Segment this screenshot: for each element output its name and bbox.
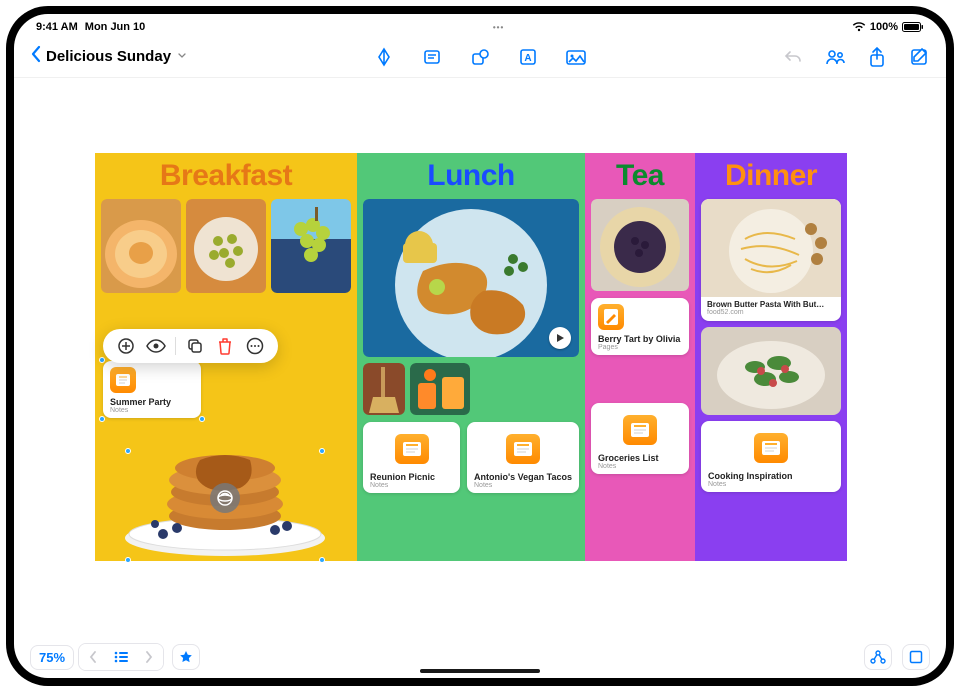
note-sub: Notes: [708, 481, 834, 488]
photo-olives[interactable]: [186, 199, 266, 293]
note-card-reunion-picnic[interactable]: Reunion Picnic Notes: [363, 422, 460, 493]
selection-context-toolbar: [103, 329, 278, 363]
next-scene-button[interactable]: [135, 644, 163, 670]
photo-berry-tart[interactable]: [591, 199, 689, 291]
svg-text:A: A: [524, 53, 531, 64]
duplicate-button[interactable]: [182, 333, 208, 359]
selection-handle[interactable]: [319, 557, 325, 563]
play-icon[interactable]: [549, 327, 571, 349]
ipad-frame: 9:41 AM Mon Jun 10 ••• 100% Delicio: [6, 6, 954, 686]
add-to-button[interactable]: [113, 333, 139, 359]
text-tool-button[interactable]: A: [517, 46, 539, 68]
multitask-dots[interactable]: •••: [145, 23, 852, 32]
note-title: Antonio's Vegan Tacos: [474, 472, 572, 482]
collaborate-button[interactable]: [824, 46, 846, 68]
note-title: Summer Party: [110, 397, 194, 407]
photo-salad-bowl[interactable]: [701, 327, 841, 415]
notes-app-icon: [754, 433, 788, 463]
board-title[interactable]: Delicious Sunday: [46, 48, 171, 65]
video-tacos-plate[interactable]: [363, 199, 579, 357]
scene-navigator: [78, 643, 164, 671]
shape-tool-button[interactable]: [469, 46, 491, 68]
notes-app-icon: [395, 434, 429, 464]
photo-grapes[interactable]: [271, 199, 351, 293]
scene-list-button[interactable]: [107, 644, 135, 670]
spatial-object-icon: [210, 483, 240, 513]
minimap-button[interactable]: [902, 644, 930, 670]
selection-handle[interactable]: [125, 557, 131, 563]
photo-broom[interactable]: [363, 363, 405, 415]
pen-tool-button[interactable]: [373, 46, 395, 68]
undo-button[interactable]: [782, 46, 804, 68]
note-sub: Notes: [370, 482, 453, 489]
status-bar: 9:41 AM Mon Jun 10 ••• 100%: [14, 14, 946, 36]
column-tea: Tea Berry Tart by Olivia Pages Groceries…: [585, 153, 695, 561]
note-sub: Notes: [110, 407, 194, 414]
sticky-note-tool-button[interactable]: [421, 46, 443, 68]
photo-pancakes-cutout[interactable]: [115, 430, 335, 565]
connection-graph-button[interactable]: [864, 644, 892, 670]
pages-app-icon: [598, 304, 624, 330]
link-title: Brown Butter Pasta With But…: [707, 300, 835, 309]
zoom-level-button[interactable]: 75%: [30, 645, 74, 670]
link-domain: food52.com: [707, 309, 835, 316]
link-card-pasta[interactable]: Brown Butter Pasta With But… food52.com: [701, 199, 841, 321]
column-breakfast: Breakfast: [95, 153, 357, 561]
column-dinner: Dinner Brown Butter Pasta With But… food…: [695, 153, 847, 561]
column-lunch: Lunch: [357, 153, 585, 561]
compose-button[interactable]: [908, 46, 930, 68]
canvas[interactable]: Breakfast: [14, 78, 946, 636]
wifi-icon: [852, 22, 866, 32]
share-button[interactable]: [866, 46, 888, 68]
more-button[interactable]: [242, 333, 268, 359]
divider: [175, 337, 176, 355]
column-title-lunch: Lunch: [363, 159, 579, 193]
app-toolbar: Delicious Sunday A: [14, 36, 946, 78]
note-sub: Pages: [598, 344, 682, 351]
selection-handle[interactable]: [99, 416, 105, 422]
column-title-tea: Tea: [591, 159, 689, 193]
note-card-cooking-inspiration[interactable]: Cooking Inspiration Notes: [701, 421, 841, 492]
note-title: Groceries List: [598, 453, 682, 463]
photo-cantaloupe[interactable]: [101, 199, 181, 293]
selection-handle[interactable]: [125, 448, 131, 454]
note-title: Berry Tart by Olivia: [598, 334, 682, 344]
home-indicator[interactable]: [420, 669, 540, 673]
media-tool-button[interactable]: [565, 46, 587, 68]
battery-icon: [902, 22, 924, 32]
photo-orange-items[interactable]: [410, 363, 470, 415]
favorite-scene-button[interactable]: [172, 644, 200, 670]
column-title-breakfast: Breakfast: [101, 159, 351, 193]
status-time: 9:41 AM: [36, 21, 78, 33]
pages-card-berry-tart[interactable]: Berry Tart by Olivia Pages: [591, 298, 689, 355]
delete-button[interactable]: [212, 333, 238, 359]
status-date: Mon Jun 10: [85, 21, 146, 33]
prev-scene-button[interactable]: [79, 644, 107, 670]
column-title-dinner: Dinner: [701, 159, 841, 193]
note-title: Reunion Picnic: [370, 472, 453, 482]
note-sub: Notes: [474, 482, 572, 489]
back-button[interactable]: [30, 45, 42, 68]
quick-look-button[interactable]: [143, 333, 169, 359]
board: Breakfast: [95, 153, 865, 561]
notes-app-icon: [110, 367, 136, 393]
note-title: Cooking Inspiration: [708, 471, 834, 481]
notes-app-icon: [506, 434, 540, 464]
ipad-screen: 9:41 AM Mon Jun 10 ••• 100% Delicio: [14, 14, 946, 678]
battery-pct: 100%: [870, 21, 898, 33]
note-card-vegan-tacos[interactable]: Antonio's Vegan Tacos Notes: [467, 422, 579, 493]
selection-handle[interactable]: [199, 416, 205, 422]
notes-app-icon: [623, 415, 657, 445]
note-card-groceries[interactable]: Groceries List Notes: [591, 403, 689, 474]
selection-handle[interactable]: [99, 357, 105, 363]
note-sub: Notes: [598, 463, 682, 470]
title-menu-chevron-icon[interactable]: [177, 50, 187, 63]
selection-handle[interactable]: [319, 448, 325, 454]
note-card-summer-party[interactable]: Summer Party Notes: [103, 361, 201, 418]
